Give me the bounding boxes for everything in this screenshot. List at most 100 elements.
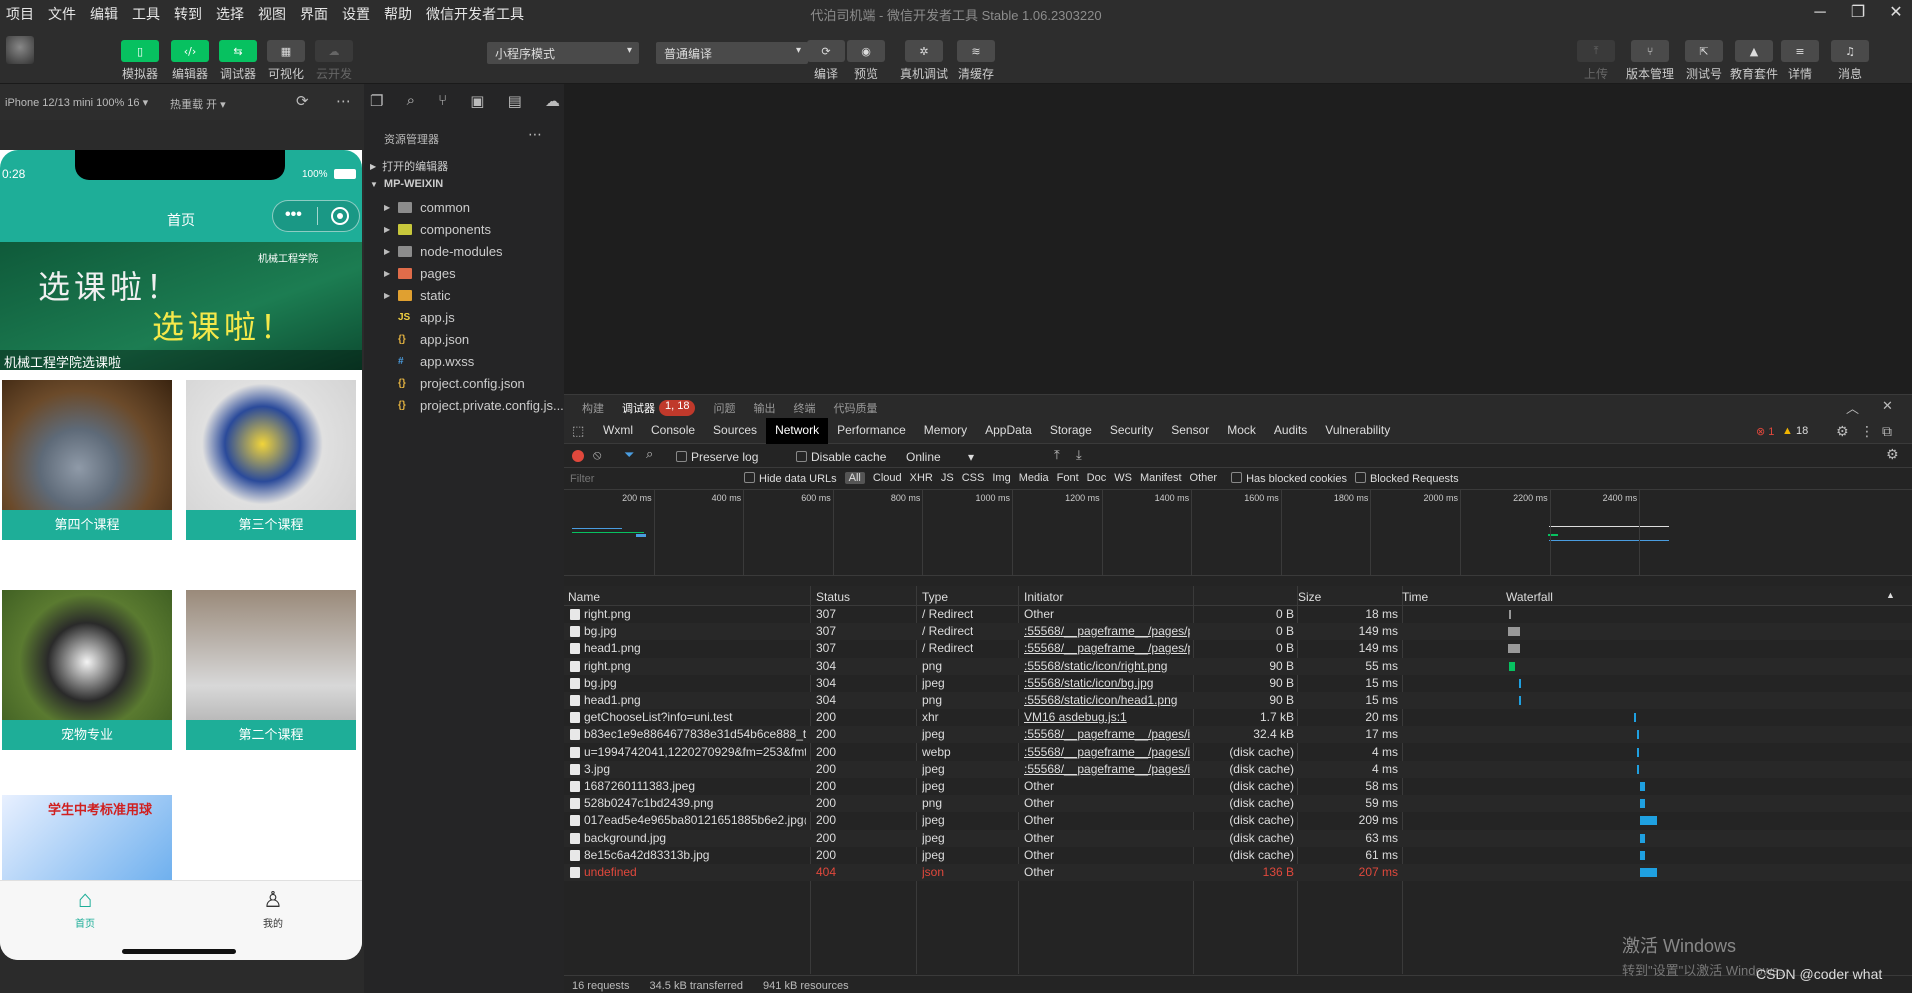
preserve-log-checkbox[interactable]: Preserve log [676, 450, 758, 464]
toolbar-button[interactable]: ⑂ 版本管理 [1622, 40, 1678, 82]
toolbar-button[interactable]: ≡ 详情 [1780, 40, 1820, 82]
table-row[interactable]: bg.jpg 304 jpeg:55568/static/icon/bg.jpg 90… [564, 675, 1912, 692]
file-item[interactable]: {} project.private.config.js... [364, 394, 564, 416]
filter-option[interactable]: All [844, 472, 865, 485]
filter-option[interactable]: CSS [962, 472, 985, 485]
extensions-icon[interactable]: ▣ [470, 92, 484, 110]
devtools-tab[interactable]: 输出 [753, 400, 775, 416]
filter-icon[interactable]: ⏷ [624, 447, 634, 463]
column-header[interactable]: Initiator [1024, 590, 1063, 604]
kebab-icon[interactable]: ⋮ [1860, 423, 1874, 440]
table-row[interactable]: b83ec1e9e8864677838e31d54b6ce888_th.jpg 2… [564, 726, 1912, 744]
collapse-icon[interactable]: ︿ [1846, 398, 1859, 417]
toolbar-button[interactable]: ◉ 预览 [846, 40, 886, 82]
folder-item[interactable]: ▶ node-modules [364, 240, 564, 262]
disable-cache-checkbox[interactable]: Disable cache [796, 450, 886, 464]
request-initiator[interactable]: :55568/__pageframe__/pages/index/... [1024, 745, 1190, 759]
folder-item[interactable]: ▶ common [364, 196, 564, 218]
file-item[interactable]: JS app.js [364, 306, 564, 328]
capsule-more-icon[interactable]: ••• [285, 206, 302, 224]
sort-icon[interactable]: ▲ [1886, 590, 1895, 600]
toolbar-button[interactable]: ▦ 可视化 [262, 40, 310, 82]
filter-option[interactable]: Font [1057, 472, 1079, 485]
inspect-icon[interactable]: ⬚ [572, 423, 584, 439]
table-row[interactable]: head1.png 304 png:55568/static/icon/head1.… [564, 692, 1912, 709]
close-icon[interactable]: ✕ [1884, 2, 1908, 24]
filter-option[interactable]: Media [1019, 472, 1049, 485]
table-row[interactable]: getChooseList?info=uni.test 200 xhr VM16 as… [564, 709, 1912, 726]
table-row[interactable]: head1.png 307 / Redirect:55568/__pageframe… [564, 640, 1912, 657]
request-initiator[interactable]: :55568/__pageframe__/pages/profile... [1024, 624, 1190, 638]
toolbar-button[interactable]: ⤒ 上传 [1576, 40, 1616, 82]
toolbar-button[interactable]: ⟳ 编译 [806, 40, 846, 82]
panel-tab[interactable]: Mock [1218, 418, 1265, 444]
table-row[interactable]: bg.jpg 307 / Redirect:55568/__pageframe__/… [564, 623, 1912, 641]
request-initiator[interactable]: :55568/__pageframe__/pages/index/... [1024, 762, 1190, 776]
filter-option[interactable]: Has blocked cookies [1231, 472, 1347, 485]
more-icon[interactable]: ⋯ [336, 92, 351, 110]
filter-input[interactable] [566, 470, 736, 488]
table-row[interactable]: background.jpg 200 jpeg Other (disk cache) 63… [564, 829, 1912, 847]
devtools-tab[interactable]: 代码质量 [833, 400, 877, 416]
tab-me[interactable]: ♙ 我的 [248, 885, 298, 930]
filter-option[interactable]: Manifest [1140, 472, 1182, 485]
minimize-icon[interactable]: ─ [1808, 2, 1832, 24]
table-row[interactable]: 3.jpg 200 jpeg:55568/__pageframe__/pages/i… [564, 760, 1912, 778]
search-icon[interactable]: ⌕ [407, 92, 415, 110]
request-initiator[interactable]: :55568/static/icon/right.png [1024, 659, 1190, 673]
explorer-more-icon[interactable]: ⋯ [528, 126, 542, 143]
toolbar-button[interactable]: ✲ 真机调试 [896, 40, 952, 82]
filter-option[interactable]: Cloud [873, 472, 902, 485]
search-network-icon[interactable]: ⌕ [646, 446, 653, 462]
devtools-tab[interactable]: 问题 [713, 400, 735, 416]
git-icon[interactable]: ⑂ [438, 92, 447, 110]
table-row[interactable]: right.png 304 png:55568/static/icon/right.… [564, 657, 1912, 675]
panel-tab[interactable]: Console [642, 418, 704, 444]
capsule-close-icon[interactable] [331, 207, 349, 225]
toolbar-button[interactable]: ⇱ 测试号 [1676, 40, 1732, 82]
filter-option[interactable]: Other [1190, 472, 1218, 485]
file-item[interactable]: # app.wxss [364, 350, 564, 372]
root-folder[interactable]: ▼ MP-WEIXIN [364, 173, 564, 195]
panel-tab[interactable]: Wxml [594, 418, 642, 444]
capsule-button[interactable]: ••• [272, 200, 360, 232]
filter-option[interactable]: XHR [910, 472, 933, 485]
ad-image[interactable]: 学生中考标准用球 [2, 795, 172, 880]
cloud-icon[interactable]: ☁ [545, 92, 560, 110]
network-settings-icon[interactable]: ⚙ [1886, 446, 1899, 463]
devtools-tab[interactable]: 构建 [582, 400, 604, 416]
panel-tab[interactable]: Storage [1041, 418, 1101, 444]
devtools-tab[interactable]: 终端 [793, 400, 815, 416]
panel-tab[interactable]: Performance [828, 418, 915, 444]
outline-icon[interactable]: ▤ [508, 92, 522, 110]
column-header[interactable]: Time [1402, 590, 1428, 604]
filter-option[interactable]: WS [1114, 472, 1132, 485]
course-card[interactable]: 第二个课程 [186, 590, 356, 750]
issue-badge[interactable]: 1, 18 [659, 400, 696, 416]
toolbar-button[interactable]: ‹/› 编辑器 [166, 40, 214, 82]
table-row[interactable]: undefined 404 json Other 136 B 207 ms [564, 864, 1912, 881]
table-row[interactable]: 8e15c6a42d83313b.jpg 200 jpeg Other (disk ca… [564, 847, 1912, 864]
folder-item[interactable]: ▶ components [364, 218, 564, 240]
panel-tab[interactable]: Memory [915, 418, 976, 444]
filter-option[interactable]: Hide data URLs [744, 472, 837, 485]
device-select[interactable]: iPhone 12/13 mini 100% 16 ▾ [5, 96, 148, 109]
table-row[interactable]: 017ead5e4e965ba80121651885b6e2.jpg@1280w… [564, 812, 1912, 829]
export-har-icon[interactable]: ⤓ [1076, 447, 1082, 463]
course-card[interactable]: 第四个课程 [2, 380, 172, 540]
settings-icon[interactable]: ⚙ [1836, 423, 1849, 440]
toolbar-button[interactable]: ♫ 消息 [1830, 40, 1870, 82]
mode-select[interactable]: 小程序模式 [487, 42, 639, 64]
panel-tab[interactable]: Sensor [1162, 418, 1218, 444]
request-initiator[interactable]: :55568/static/icon/head1.png [1024, 693, 1190, 707]
column-header[interactable]: Name [568, 590, 600, 604]
toolbar-button[interactable]: ≋ 清缓存 [948, 40, 1004, 82]
hot-reload-toggle[interactable]: 热重载 开 ▾ [170, 96, 226, 112]
toolbar-button[interactable]: ▯ 模拟器 [116, 40, 164, 82]
column-header[interactable]: Status [816, 590, 850, 604]
clear-icon[interactable]: ⦸ [593, 447, 601, 463]
file-item[interactable]: {} project.config.json [364, 372, 564, 394]
panel-tab[interactable]: Audits [1265, 418, 1316, 444]
banner-image[interactable]: 选课啦！ 选课啦！ 机械工程学院 机械工程学院选课啦 [0, 242, 362, 370]
panel-tab[interactable]: Vulnerability [1316, 418, 1399, 444]
